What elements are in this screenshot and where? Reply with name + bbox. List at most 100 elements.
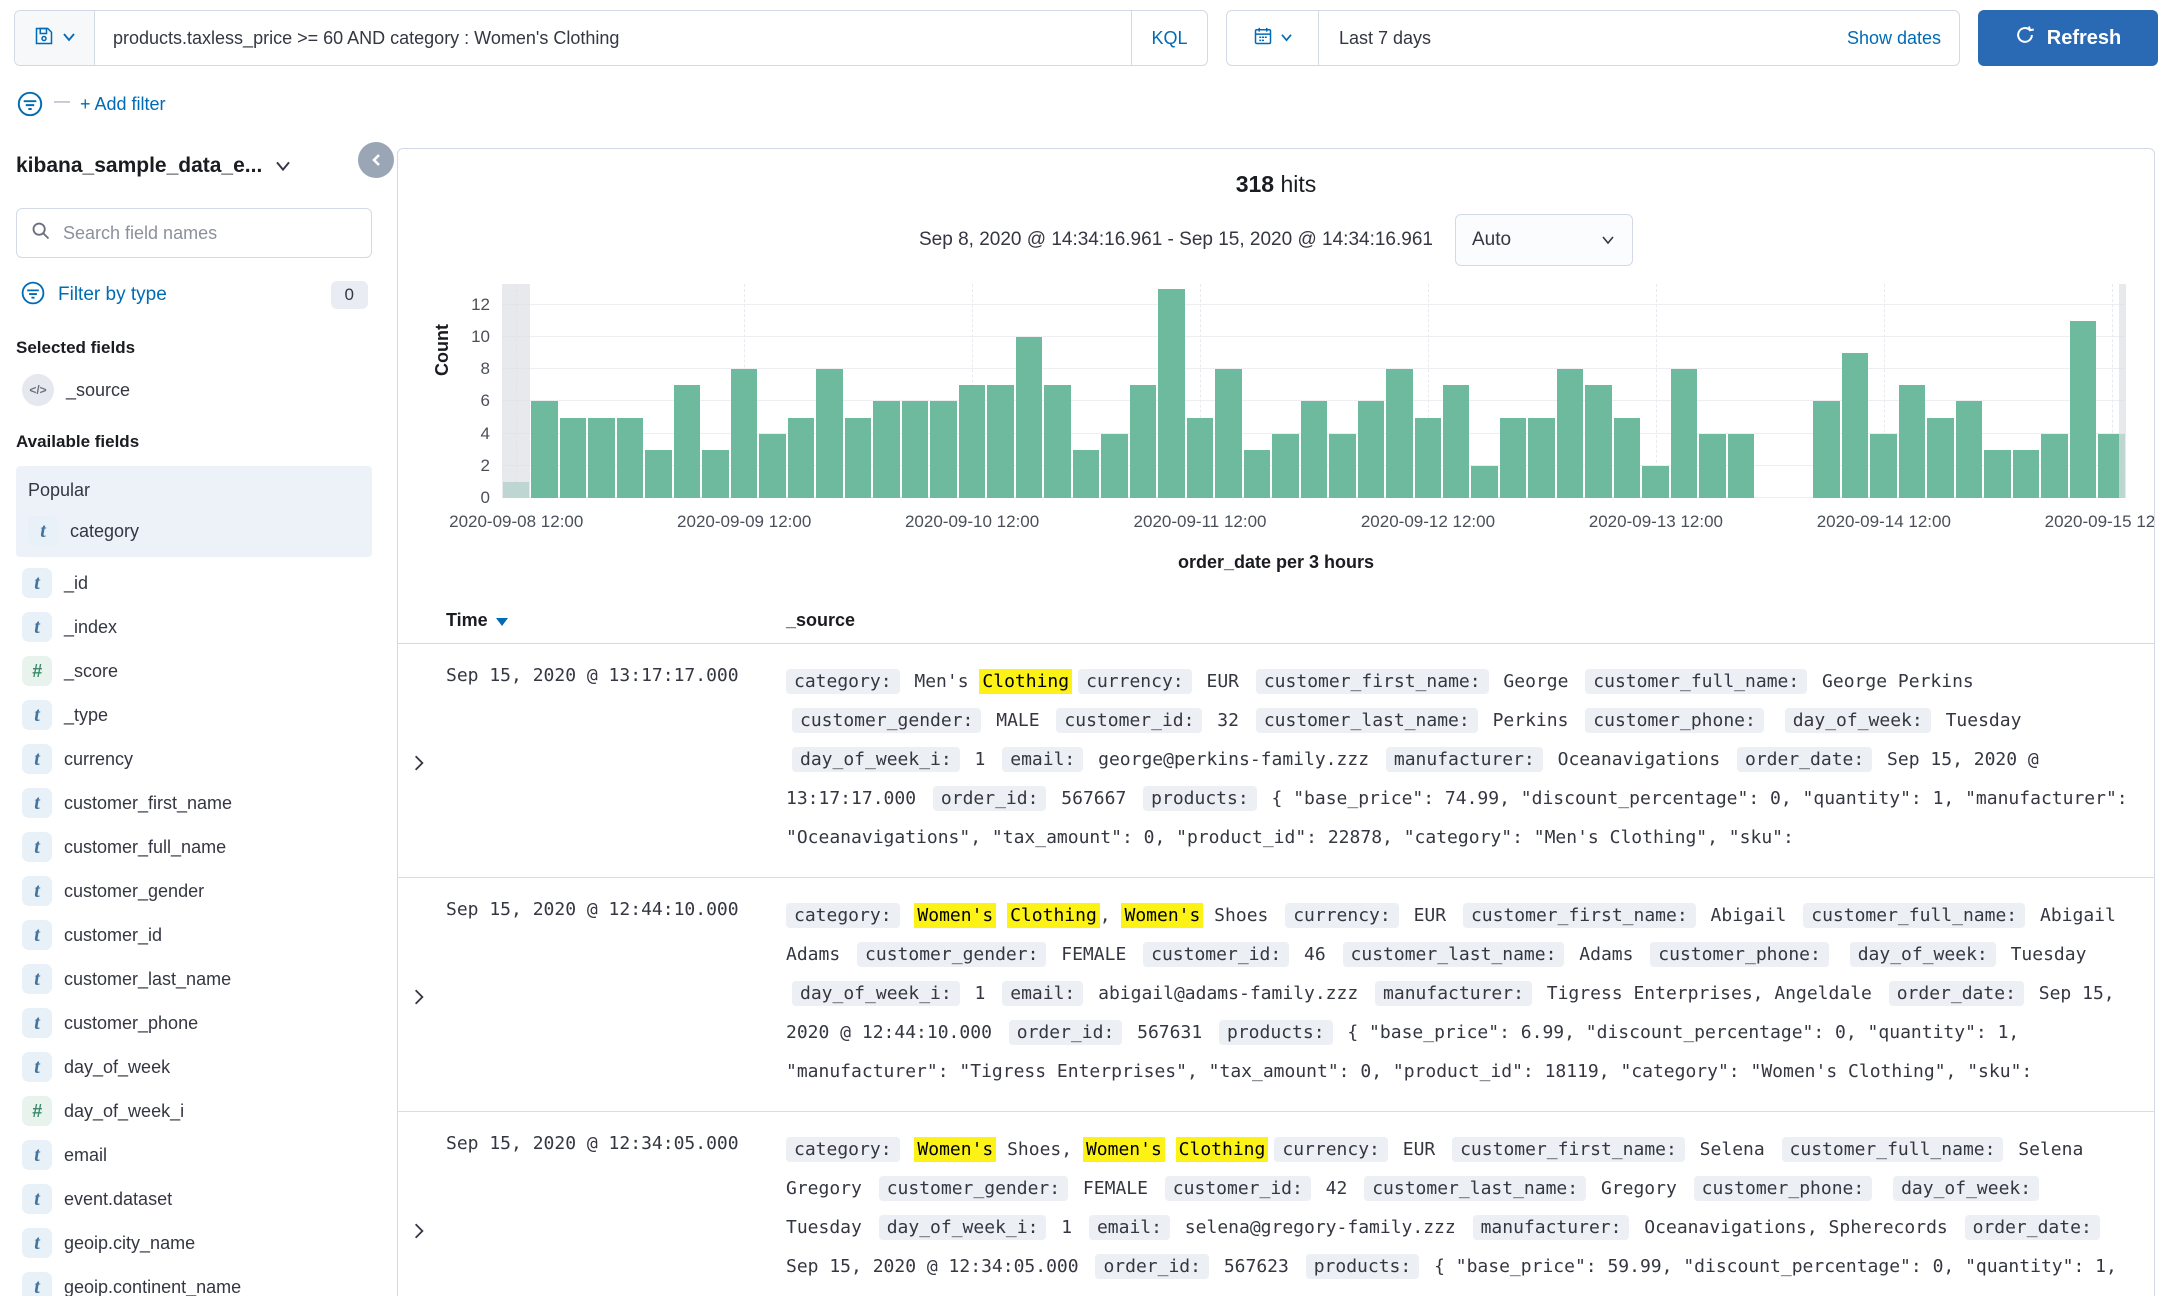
query-language-button[interactable]: KQL [1131, 11, 1207, 65]
field-item-day_of_week[interactable]: t day_of_week [16, 1045, 372, 1089]
text-field-icon: t [22, 964, 52, 994]
calendar-icon [1253, 26, 1273, 51]
filter-by-type[interactable]: Filter by type 0 [16, 272, 372, 318]
field-item-email[interactable]: t email [16, 1133, 372, 1177]
histogram-bar [1072, 449, 1100, 498]
field-name: _source [66, 379, 131, 400]
field-chip: customer_phone: [1650, 942, 1829, 967]
query-bar: products.taxless_price >= 60 AND categor… [14, 10, 1208, 66]
text-field-icon: t [22, 1008, 52, 1038]
field-item-currency[interactable]: t currency [16, 737, 372, 781]
x-tick-label: 2020-09-08 12:00 [449, 512, 584, 531]
histogram-bar [1129, 385, 1157, 498]
interval-select[interactable]: Auto [1454, 214, 1633, 266]
field-name: customer_gender [64, 880, 205, 901]
field-item-customer_phone[interactable]: t customer_phone [16, 1001, 372, 1045]
histogram-plot[interactable] [502, 284, 2126, 498]
x-tick-label: 2020-09-11 12:00 [1133, 512, 1267, 531]
filter-bar: — + Add filter [16, 86, 166, 122]
field-item-customer_last_name[interactable]: t customer_last_name [16, 957, 372, 1001]
row-time: Sep 15, 2020 @ 13:17:17.000 [446, 665, 739, 686]
row-time: Sep 15, 2020 @ 12:34:05.000 [446, 1133, 739, 1154]
index-pattern-switch-chevron-icon[interactable] [274, 160, 292, 172]
field-name: customer_phone [64, 1012, 199, 1033]
histogram-bar [1300, 401, 1328, 498]
time-column-header[interactable]: Time [446, 610, 786, 631]
field-item-day_of_week_i[interactable]: # day_of_week_i [16, 1089, 372, 1133]
field-item-customer_id[interactable]: t customer_id [16, 913, 372, 957]
row-time: Sep 15, 2020 @ 12:44:10.000 [446, 899, 739, 920]
collapse-sidebar-button[interactable] [358, 142, 394, 178]
field-search-input[interactable] [63, 222, 357, 244]
field-chip: day_of_week: [1893, 1176, 2040, 1201]
field-chip: customer_id: [1143, 942, 1290, 967]
quick-select-menu-button[interactable] [1227, 11, 1319, 65]
row-source: category: Women's Clothing, Women's Shoe… [786, 903, 2116, 1082]
saved-query-menu-button[interactable] [15, 11, 95, 65]
text-field-icon: t [22, 832, 52, 862]
histogram-bar [816, 369, 843, 498]
field-chip: products: [1305, 1254, 1420, 1279]
show-dates-button[interactable]: Show dates [1847, 28, 1959, 49]
expand-row-icon[interactable] [398, 662, 446, 857]
histogram-bar [1272, 433, 1299, 498]
histogram-bar [616, 417, 644, 498]
histogram-bar [1357, 401, 1385, 498]
histogram-bar [1528, 417, 1555, 498]
x-tick-label: 2020-09-15 12:00 [2044, 512, 2155, 531]
field-item-_type[interactable]: t _type [16, 693, 372, 737]
expand-row-icon[interactable] [398, 1130, 446, 1296]
histogram-bar [1642, 465, 1669, 498]
field-chip: customer_full_name: [1781, 1137, 2004, 1162]
field-chip: customer_first_name: [1462, 903, 1696, 928]
histogram-bar [958, 385, 986, 498]
field-item-customer_gender[interactable]: t customer_gender [16, 869, 372, 913]
time-range-value[interactable]: Last 7 days [1319, 28, 1847, 49]
field-chip: day_of_week_i: [878, 1215, 1047, 1240]
document-row: Sep 15, 2020 @ 12:34:05.000 category: Wom… [398, 1112, 2154, 1296]
field-item-event.dataset[interactable]: t event.dataset [16, 1177, 372, 1221]
field-chip: customer_full_name: [1803, 903, 2026, 928]
field-name: event.dataset [64, 1188, 173, 1209]
field-item-_id[interactable]: t _id [16, 561, 372, 605]
field-chip: currency: [1285, 903, 1399, 928]
field-item-_score[interactable]: # _score [16, 649, 372, 693]
query-input[interactable]: products.taxless_price >= 60 AND categor… [95, 11, 1131, 65]
hits-count-line: 318 hits [398, 171, 2154, 198]
selected-fields-list: </> _source [16, 368, 372, 412]
field-item-_source[interactable]: </> _source [16, 368, 372, 412]
x-tick-label: 2020-09-14 12:00 [1816, 512, 1951, 531]
field-name: geoip.city_name [64, 1232, 196, 1253]
field-name: category [70, 520, 140, 541]
refresh-button[interactable]: Refresh [1978, 10, 2158, 66]
expand-row-icon[interactable] [398, 896, 446, 1091]
add-filter-button[interactable]: + Add filter [80, 94, 166, 115]
search-icon [31, 221, 51, 246]
histogram-bar [559, 417, 587, 498]
field-item-geoip.city_name[interactable]: t geoip.city_name [16, 1221, 372, 1265]
hits-label: hits [1280, 171, 1317, 197]
index-pattern-title: kibana_sample_data_e... [16, 154, 263, 177]
row-source: category: Men's Clothing currency: EUR cu… [786, 669, 2128, 848]
field-item-customer_first_name[interactable]: t customer_first_name [16, 781, 372, 825]
field-chip: day_of_week_i: [792, 981, 960, 1006]
field-search [16, 208, 372, 258]
field-chip: manufacturer: [1472, 1215, 1630, 1240]
text-field-icon: t [22, 920, 52, 950]
field-chip: currency: [1274, 1137, 1388, 1162]
field-chip: customer_gender: [878, 1176, 1069, 1201]
field-name: _type [64, 704, 109, 725]
field-name: customer_id [64, 924, 163, 945]
refresh-icon [2015, 25, 2035, 51]
histogram-bar [702, 449, 729, 498]
table-header-row: Time _source [398, 598, 2154, 644]
x-tick-label: 2020-09-10 12:00 [904, 512, 1040, 531]
field-name: currency [64, 748, 134, 769]
field-item-geoip.continent_name[interactable]: t geoip.continent_name [16, 1265, 372, 1296]
field-item-_index[interactable]: t _index [16, 605, 372, 649]
highlighted-term: Clothing [1175, 1137, 1269, 1162]
y-tick-label: 6 [480, 391, 490, 411]
field-item-category[interactable]: t category [22, 509, 366, 553]
field-item-customer_full_name[interactable]: t customer_full_name [16, 825, 372, 869]
filter-options-icon[interactable] [16, 90, 44, 118]
